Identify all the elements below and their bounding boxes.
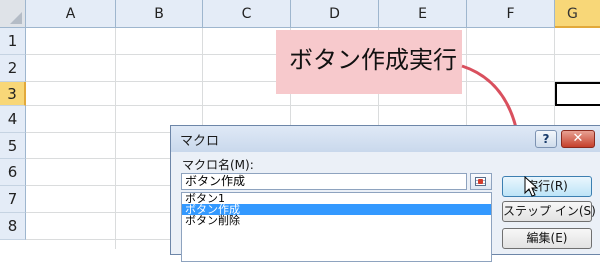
dialog-titlebar[interactable]: マクロ ? ✕ bbox=[171, 126, 600, 152]
mouse-cursor-icon bbox=[524, 176, 538, 197]
dialog-title: マクロ bbox=[180, 134, 220, 149]
step-in-button[interactable]: ステップ イン(S) bbox=[502, 201, 596, 222]
run-button[interactable]: 実行(R) bbox=[502, 176, 592, 197]
close-button[interactable]: ✕ bbox=[561, 130, 595, 148]
range-picker-icon bbox=[475, 177, 486, 186]
edit-button[interactable]: 編集(E) bbox=[502, 228, 592, 249]
macro-name-label: マクロ名(M): bbox=[182, 158, 254, 172]
help-button[interactable]: ? bbox=[535, 130, 557, 148]
macro-list[interactable]: ボタン1 ボタン作成 ボタン削除 bbox=[181, 192, 492, 262]
dialog-body: マクロ名(M): ボタン作成 ボタン1 ボタン作成 ボタン削除 実行(R) ステ… bbox=[171, 152, 600, 262]
range-picker-button[interactable] bbox=[470, 173, 492, 190]
list-item[interactable]: ボタン削除 bbox=[182, 215, 491, 226]
macro-name-input[interactable]: ボタン作成 bbox=[181, 173, 467, 190]
